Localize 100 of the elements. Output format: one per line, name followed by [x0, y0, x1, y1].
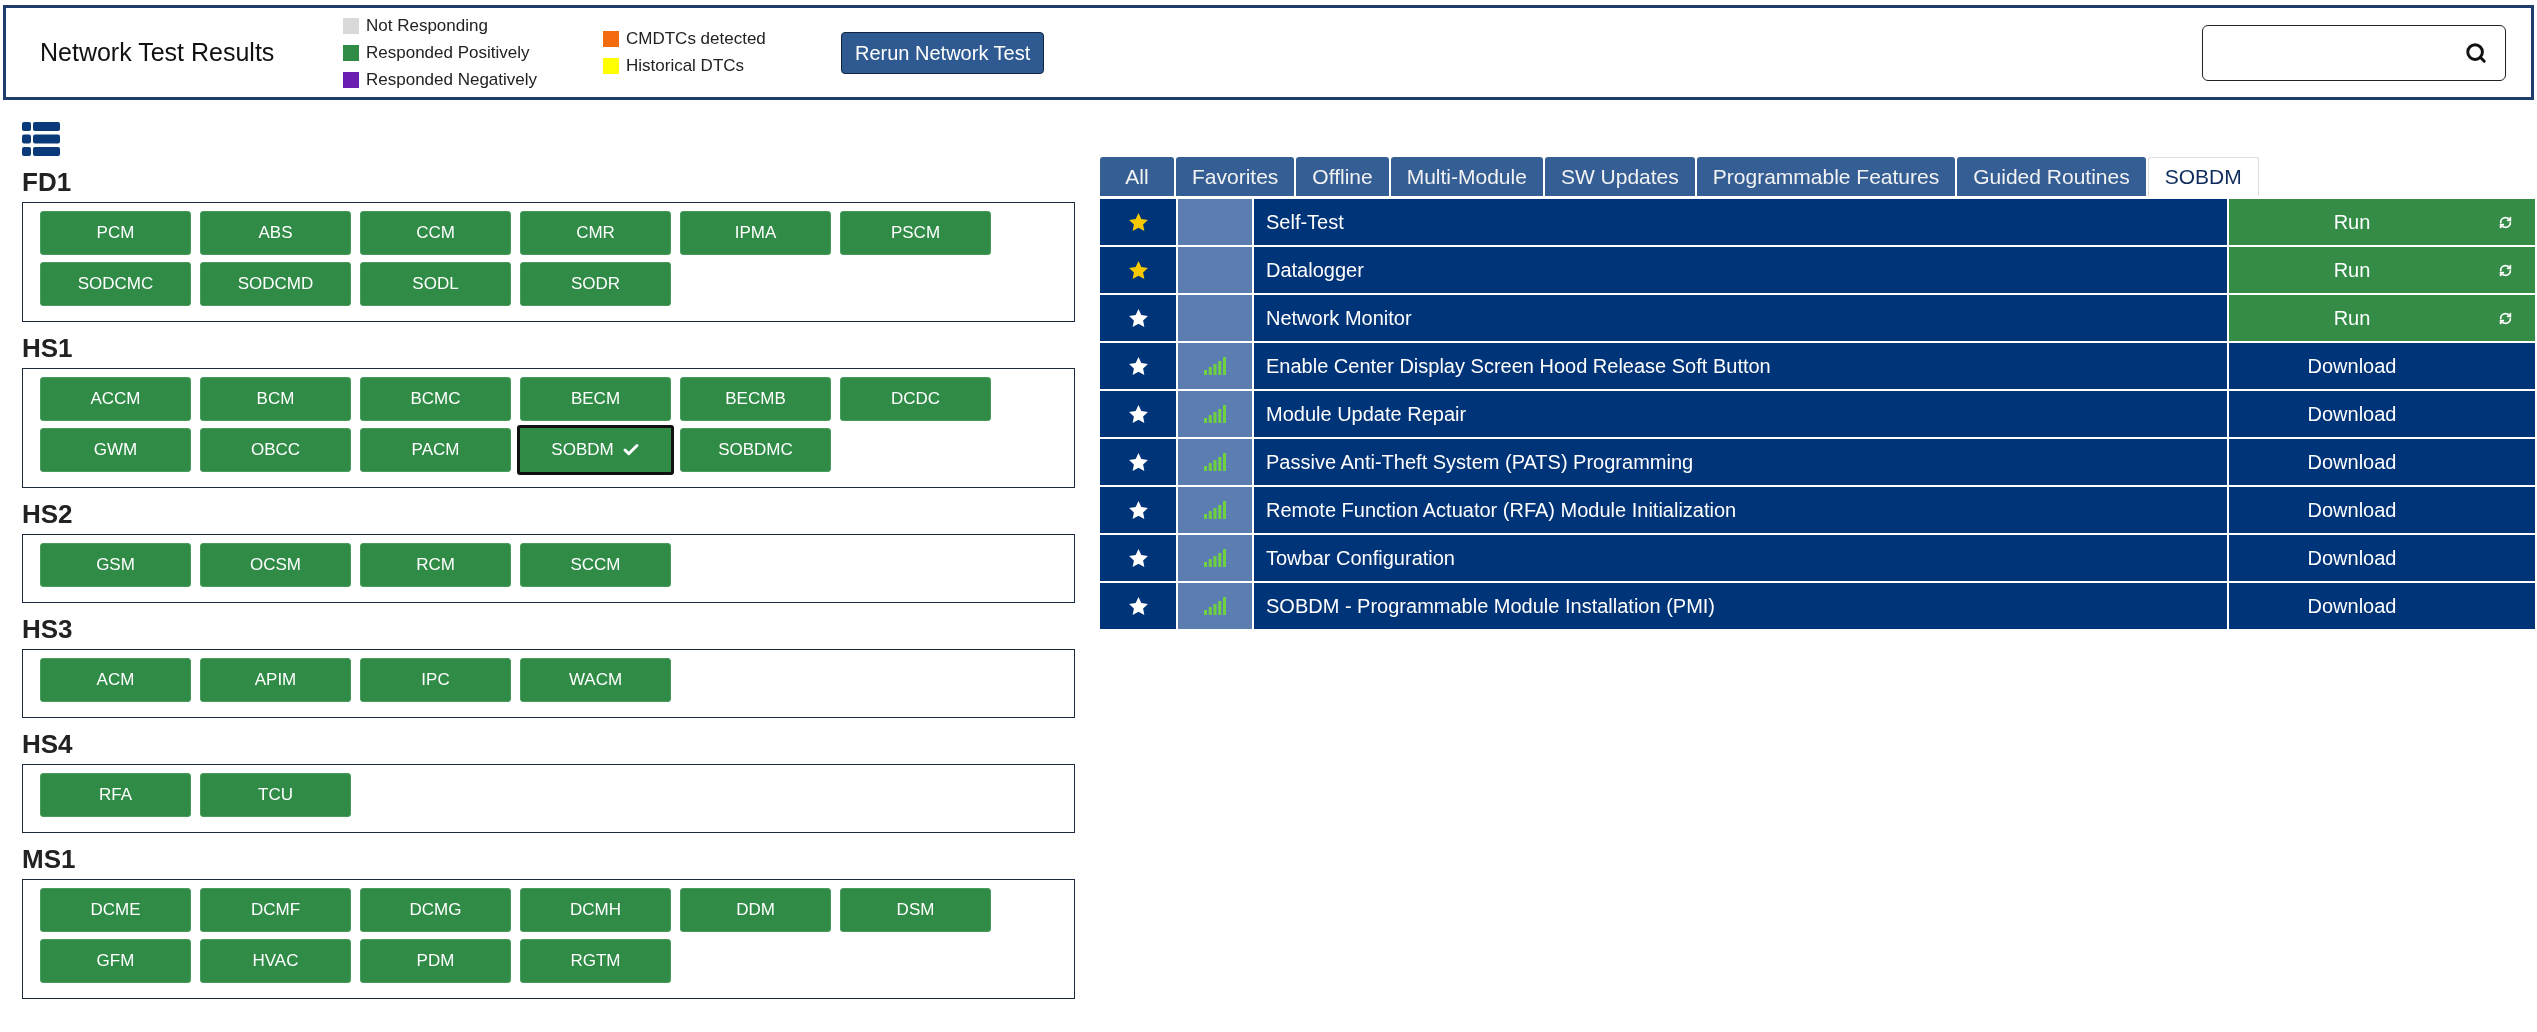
star-icon[interactable] [1128, 453, 1148, 471]
module-button[interactable]: GWM [40, 428, 191, 472]
star-icon[interactable] [1128, 261, 1148, 279]
module-button[interactable]: SODL [360, 262, 511, 306]
network-heading: FD1 [22, 166, 73, 198]
module-button[interactable]: IPC [360, 658, 511, 702]
signal-icon [1204, 453, 1226, 471]
module-button[interactable]: RFA [40, 773, 191, 817]
module-button[interactable]: ACM [40, 658, 191, 702]
tab[interactable]: Guided Routines [1957, 157, 2146, 196]
search-field[interactable] [2202, 24, 2506, 81]
network-heading: MS1 [22, 843, 77, 875]
download-button[interactable]: Download [2229, 535, 2535, 581]
table-cell: Module Update Repair [1254, 391, 2227, 437]
run-button[interactable]: Run [2229, 295, 2535, 341]
module-button[interactable]: BCM [200, 377, 351, 421]
module-button[interactable]: DCDC [840, 377, 991, 421]
module-button[interactable]: DCMF [200, 888, 351, 932]
module-button[interactable]: BCMC [360, 377, 511, 421]
run-button[interactable]: Run [2229, 199, 2535, 245]
refresh-icon[interactable] [2498, 311, 2512, 325]
tab[interactable]: Offline [1296, 157, 1389, 196]
module-button[interactable]: OBCC [200, 428, 351, 472]
tab[interactable]: SOBDM [2147, 157, 2259, 196]
module-button[interactable]: PDM [360, 939, 511, 983]
rerun-network-test-button[interactable]: Rerun Network Test [841, 31, 1045, 74]
table-cell: Passive Anti-Theft System (PATS) Programming [1254, 439, 2227, 485]
module-button[interactable]: GSM [40, 543, 191, 587]
star-icon[interactable] [1128, 213, 1148, 231]
refresh-icon[interactable] [2498, 263, 2512, 277]
module-button[interactable]: GFM [40, 939, 191, 983]
module-button[interactable]: DDM [680, 888, 831, 932]
tab[interactable]: All [1100, 157, 1174, 196]
signal-icon [1204, 357, 1226, 375]
star-icon[interactable] [1128, 549, 1148, 567]
module-button[interactable]: WACM [520, 658, 671, 702]
tab[interactable]: Programmable Features [1696, 157, 1956, 196]
module-button[interactable]: SODR [520, 262, 671, 306]
list-view-icon[interactable] [22, 122, 60, 156]
download-button[interactable]: Download [2229, 487, 2535, 533]
module-button[interactable]: SOBDMC [680, 428, 831, 472]
module-button[interactable]: RCM [360, 543, 511, 587]
signal-icon [1204, 549, 1226, 567]
module-button[interactable]: BECM [520, 377, 671, 421]
module-button[interactable]: PACM [360, 428, 511, 472]
tab[interactable]: Favorites [1176, 157, 1295, 196]
module-button[interactable]: ACCM [40, 377, 191, 421]
signal-icon [1204, 597, 1226, 615]
table-cell: SOBDM - Programmable Module Installation (PMI) [1254, 583, 2227, 629]
tab[interactable]: Multi-Module [1390, 157, 1543, 196]
module-button[interactable]: SODCMD [200, 262, 351, 306]
module-button[interactable]: ABS [200, 211, 351, 255]
module-button[interactable]: APIM [200, 658, 351, 702]
refresh-icon[interactable] [2498, 215, 2512, 229]
table-cell: Enable Center Display Screen Hood Release Soft Button [1254, 343, 2227, 389]
network-heading: HS1 [22, 332, 74, 364]
page-title: Network Test Results [40, 36, 276, 68]
module-button[interactable]: SODCMC [40, 262, 191, 306]
legend-label: CMDTCs detected [626, 28, 766, 51]
star-icon[interactable] [1128, 309, 1148, 327]
star-icon[interactable] [1128, 357, 1148, 375]
signal-icon [1204, 405, 1226, 423]
download-button[interactable]: Download [2229, 583, 2535, 629]
module-button[interactable]: DCMG [360, 888, 511, 932]
module-button[interactable]: HVAC [200, 939, 351, 983]
module-button[interactable]: PCM [40, 211, 191, 255]
module-button[interactable]: SOBDM [517, 425, 674, 475]
module-button[interactable]: PSCM [840, 211, 991, 255]
legend-label: Responded Positively [366, 41, 530, 64]
star-icon[interactable] [1128, 405, 1148, 423]
table-cell: Network Monitor [1254, 295, 2227, 341]
run-button[interactable]: Run [2229, 247, 2535, 293]
legend-label: Responded Negatively [366, 68, 538, 91]
table-cell: Datalogger [1254, 247, 2227, 293]
signal-icon [1204, 501, 1226, 519]
tab[interactable]: SW Updates [1544, 157, 1695, 196]
module-button[interactable]: CCM [360, 211, 511, 255]
module-button[interactable]: SCCM [520, 543, 671, 587]
legend-label: Historical DTCs [626, 55, 745, 78]
module-button[interactable]: IPMA [680, 211, 831, 255]
search-icon[interactable] [2465, 41, 2487, 64]
legend-label: Not Responding [366, 14, 488, 37]
download-button[interactable]: Download [2229, 439, 2535, 485]
module-button[interactable]: DCME [40, 888, 191, 932]
download-button[interactable]: Download [2229, 391, 2535, 437]
network-heading: HS3 [22, 613, 74, 645]
module-button[interactable]: CMR [520, 211, 671, 255]
table-cell: Towbar Configuration [1254, 535, 2227, 581]
table-cell: Self-Test [1254, 199, 2227, 245]
module-button[interactable]: OCSM [200, 543, 351, 587]
module-button[interactable]: DCMH [520, 888, 671, 932]
module-button[interactable]: TCU [200, 773, 351, 817]
module-button[interactable]: DSM [840, 888, 991, 932]
star-icon[interactable] [1128, 501, 1148, 519]
module-button[interactable]: BECMB [680, 377, 831, 421]
module-button[interactable]: RGTM [520, 939, 671, 983]
network-heading: HS2 [22, 498, 74, 530]
download-button[interactable]: Download [2229, 343, 2535, 389]
table-cell: Remote Function Actuator (RFA) Module Initialization [1254, 487, 2227, 533]
star-icon[interactable] [1128, 597, 1148, 615]
